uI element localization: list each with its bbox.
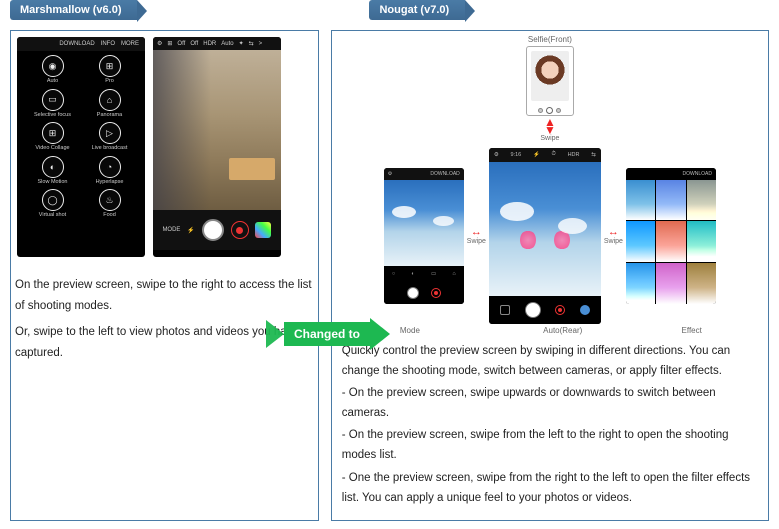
camera-top-icon: Auto <box>221 41 233 47</box>
screenshot-selfie <box>526 46 574 116</box>
mode-icon: ♨ <box>99 189 121 211</box>
screenshot-modes-grid: DOWNLOAD INFO MORE ◉ Auto ⊞ Pro ▭ Selective f… <box>17 37 145 257</box>
selfie-caption: Selfie(Front) <box>528 35 572 44</box>
caption-auto: Auto(Rear) <box>543 326 582 335</box>
mode-label: Hyperlapse <box>96 180 124 186</box>
mode-label: Live broadcast <box>92 146 128 152</box>
camera-top-icon: ⚙ <box>157 40 162 47</box>
modes-download: DOWNLOAD <box>59 41 94 47</box>
mode-icon: ◔ <box>99 156 121 178</box>
camera-top-icon: Off <box>190 41 198 47</box>
right-desc-line: - On the preview screen, swipe upwards o… <box>342 383 758 423</box>
mode-icon: ⌂ <box>99 89 121 111</box>
flash-icon: ⚡ <box>187 227 194 234</box>
mode-item: ◔ Hyperlapse <box>84 156 135 186</box>
camera-top-icon: ⇆ <box>249 40 254 47</box>
caption-mode: Mode <box>400 326 420 335</box>
mode-label: Food <box>103 213 116 219</box>
mode-item: ▭ Selective focus <box>27 89 78 119</box>
modes-info: INFO <box>101 41 115 47</box>
mode-icon: ◉ <box>42 55 64 77</box>
mode-label: Pro <box>105 79 114 85</box>
right-desc-line: Quickly control the preview screen by sw… <box>342 341 758 381</box>
tab-marshmallow: Marshmallow (v6.0) <box>10 0 137 20</box>
mode-icon: ▷ <box>99 122 121 144</box>
mode-label: Video Collage <box>35 146 69 152</box>
mode-item: ◉ Auto <box>27 55 78 85</box>
camera-top-icon: Off <box>177 41 185 47</box>
screenshot-effect: DOWNLOAD <box>626 168 716 304</box>
mode-icon: ◐ <box>42 156 64 178</box>
swipe-right-indicator: ↔Swipe <box>604 226 623 245</box>
camera-top-icon: HDR <box>203 41 216 47</box>
mode-icon: ◯ <box>42 189 64 211</box>
mode-label: Slow Motion <box>38 180 68 186</box>
mode-item: ♨ Food <box>84 189 135 219</box>
tab-nougat: Nougat (v7.0) <box>369 0 465 20</box>
mode-label: Auto <box>47 79 58 85</box>
caption-effect: Effect <box>682 326 702 335</box>
screenshot-auto-rear: ⚙9:16⚡⏱HDR⇆ <box>489 148 601 324</box>
camera-scene <box>153 50 281 210</box>
mode-icon: ⊞ <box>42 122 64 144</box>
screenshot-camera-preview: ⚙ ⊞ Off Off HDR Auto ✦ ⇆ > MODE ⚡ <box>153 37 281 257</box>
mode-item: ◐ Slow Motion <box>27 156 78 186</box>
touch-gesture-icon <box>520 230 570 250</box>
mode-item: ⊞ Video Collage <box>27 122 78 152</box>
panel-marshmallow: DOWNLOAD INFO MORE ◉ Auto ⊞ Pro ▭ Selective f… <box>10 30 319 521</box>
shutter-button <box>202 219 224 241</box>
record-button <box>231 221 249 239</box>
mode-label: Virtual shot <box>39 213 66 219</box>
modes-more: MORE <box>121 41 139 47</box>
mode-label: Selective focus <box>34 113 71 119</box>
mode-item: ◯ Virtual shot <box>27 189 78 219</box>
panel-nougat: Selfie(Front) ▲▼ Swipe ⚙DOWNLOAD ○◐▭⌂ ↔ <box>331 30 769 521</box>
mode-icon: ⊞ <box>99 55 121 77</box>
mode-item: ⌂ Panorama <box>84 89 135 119</box>
screenshot-mode: ⚙DOWNLOAD ○◐▭⌂ <box>384 168 464 304</box>
right-desc-line: - One the preview screen, swipe from the… <box>342 468 758 508</box>
mode-item: ▷ Live broadcast <box>84 122 135 152</box>
gallery-thumbnail <box>255 222 271 238</box>
camera-top-icon: ⊞ <box>167 40 172 47</box>
right-desc-line: - On the preview screen, swipe from the … <box>342 425 758 465</box>
changed-to-arrow: Changed to <box>284 322 370 346</box>
mode-item: ⊞ Pro <box>84 55 135 85</box>
swipe-vertical-indicator: ▲▼ Swipe <box>540 118 559 142</box>
mode-label: Panorama <box>97 113 122 119</box>
camera-top-icon: ✦ <box>239 40 244 47</box>
left-desc-1: On the preview screen, swipe to the righ… <box>15 275 314 316</box>
mode-icon: ▭ <box>42 89 64 111</box>
camera-top-icon: > <box>259 41 263 47</box>
mode-button: MODE <box>162 227 180 233</box>
swipe-left-indicator: ↔Swipe <box>467 226 486 245</box>
